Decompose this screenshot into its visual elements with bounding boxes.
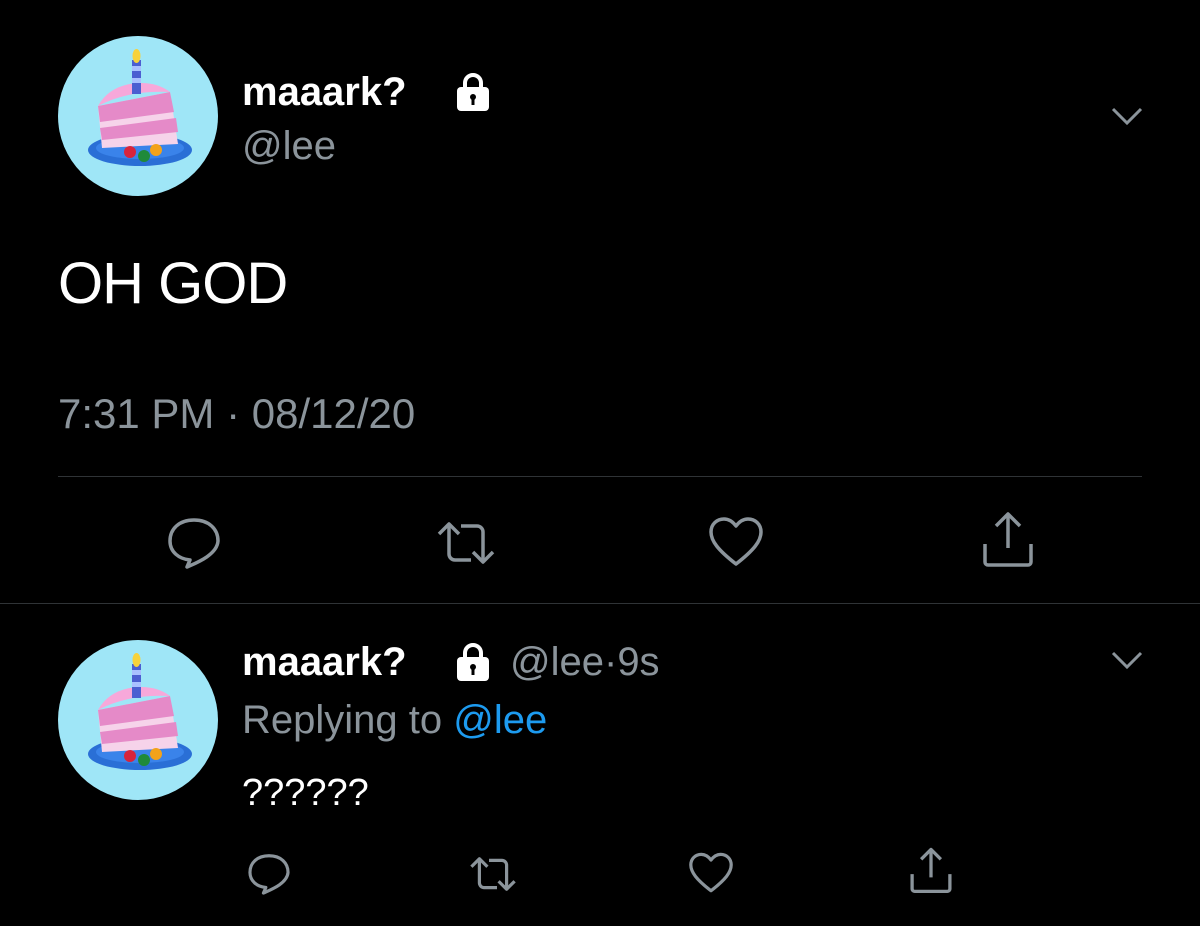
lock-icon (457, 643, 489, 681)
display-name[interactable]: maaark? (242, 70, 407, 115)
reply-icon[interactable] (165, 516, 223, 570)
reply-icon[interactable] (246, 852, 292, 896)
user-handle[interactable]: @lee (242, 124, 336, 169)
chevron-down-icon[interactable] (1110, 650, 1144, 670)
user-handle-and-age: @lee·9s (510, 640, 660, 685)
chevron-down-icon[interactable] (1110, 106, 1144, 126)
tweet-text: ?????? (242, 772, 369, 814)
replying-to-mention[interactable]: @lee (453, 698, 547, 742)
display-name[interactable]: maaark? (242, 640, 407, 685)
tweet-age: 9s (617, 640, 660, 684)
separator-dot: · (603, 640, 618, 684)
lock-icon (457, 73, 489, 111)
tweet-text: OH GOD (58, 251, 288, 316)
share-icon[interactable] (980, 510, 1036, 568)
share-icon[interactable] (908, 846, 954, 894)
tweet-time: 7:31 PM (58, 390, 215, 437)
avatar[interactable] (58, 640, 218, 800)
retweet-icon[interactable] (435, 518, 497, 568)
separator-dot: · (226, 390, 241, 437)
replying-to-label: Replying to (242, 698, 443, 742)
avatar[interactable] (58, 36, 218, 196)
main-tweet: maaark? @lee OH GOD 7:31 PM · 08/12/20 (0, 0, 1200, 604)
birthday-cake-icon (88, 49, 192, 166)
divider (58, 476, 1142, 477)
user-handle[interactable]: @lee (510, 640, 604, 684)
tweet-divider (0, 603, 1200, 604)
retweet-icon[interactable] (468, 854, 518, 894)
birthday-cake-icon (88, 653, 192, 770)
tweet-date: 08/12/20 (251, 390, 416, 437)
replying-to: Replying to @lee (242, 698, 547, 743)
like-icon[interactable] (688, 852, 734, 894)
like-icon[interactable] (708, 516, 764, 568)
tweet-timestamp[interactable]: 7:31 PM · 08/12/20 (58, 390, 415, 438)
